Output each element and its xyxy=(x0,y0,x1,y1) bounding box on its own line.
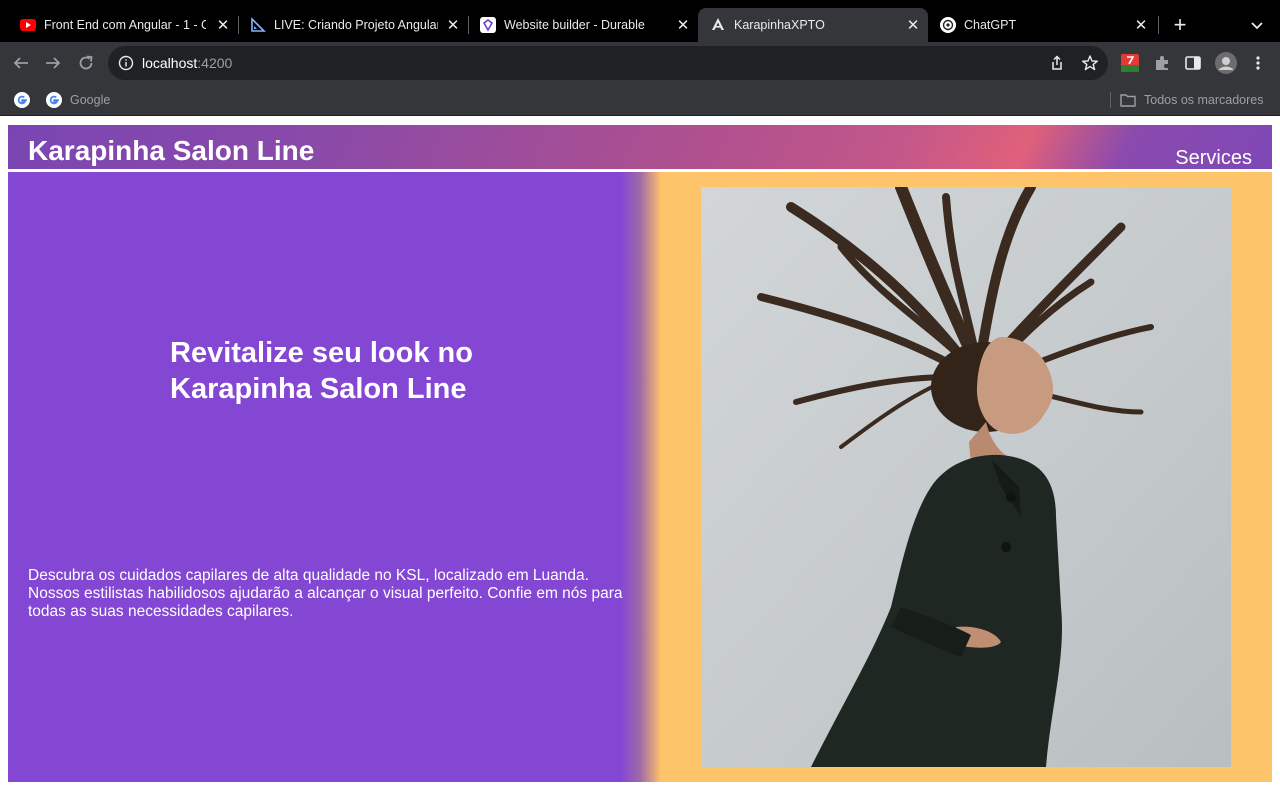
hero-section: Revitalize seu look no Karapinha Salon L… xyxy=(8,172,1272,782)
url-text[interactable]: localhost:4200 xyxy=(142,55,232,71)
bookmark-label: Google xyxy=(70,93,111,107)
bookmark-google[interactable]: Google xyxy=(46,92,110,108)
tab-website-builder-durable[interactable]: Website builder - Durable ✕ xyxy=(468,8,696,42)
address-bar[interactable]: localhost:4200 xyxy=(108,46,1108,80)
hero-image-panel xyxy=(660,172,1272,782)
all-bookmarks-button[interactable]: Todos os marcadores xyxy=(1120,92,1264,108)
url-port: :4200 xyxy=(197,55,233,71)
durable-icon xyxy=(480,17,496,33)
tab-chatgpt[interactable]: ChatGPT ✕ xyxy=(928,8,1156,42)
tab-title: ChatGPT xyxy=(964,18,1017,32)
chatgpt-icon xyxy=(940,17,956,33)
extensions-puzzle-icon[interactable] xyxy=(1152,53,1172,73)
hero-description: Descubra os cuidados capilares de alta q… xyxy=(28,567,623,620)
forward-arrow-icon[interactable] xyxy=(42,52,64,74)
close-tab-icon[interactable]: ✕ xyxy=(214,16,232,34)
tab-title: KarapinhaXPTO xyxy=(734,18,825,32)
all-bookmarks-label: Todos os marcadores xyxy=(1144,93,1264,107)
folder-icon xyxy=(1120,94,1136,107)
url-host: localhost xyxy=(142,55,198,71)
tab-strip: Front End com Angular - 1 - C ✕ LIVE: Cr… xyxy=(0,0,1280,42)
hero-text-panel: Revitalize seu look no Karapinha Salon L… xyxy=(8,172,660,782)
extension-2023-icon[interactable] xyxy=(1120,53,1140,73)
back-arrow-icon[interactable] xyxy=(10,52,32,74)
tab-live-criando-projeto[interactable]: LIVE: Criando Projeto Angular ✕ xyxy=(238,8,466,42)
tab-front-end-angular[interactable]: Front End com Angular - 1 - C ✕ xyxy=(8,8,236,42)
bookmarks-bar: Google Todos os marcadores xyxy=(0,84,1280,116)
browser-toolbar: localhost:4200 xyxy=(0,42,1280,84)
share-icon[interactable] xyxy=(1048,54,1066,72)
hero-headline: Revitalize seu look no Karapinha Salon L… xyxy=(170,337,473,405)
page-viewport: Karapinha Salon Line Services Revitalize… xyxy=(0,117,1280,800)
tab-title: Website builder - Durable xyxy=(504,18,645,32)
youtube-icon xyxy=(20,17,36,33)
new-tab-plus-icon[interactable]: + xyxy=(1168,14,1192,38)
tab-search-chevron-down-icon[interactable] xyxy=(1248,16,1266,34)
tab-separator xyxy=(1158,16,1159,34)
hero-photo-woman-hair-flip xyxy=(701,187,1231,767)
site-brand[interactable]: Karapinha Salon Line xyxy=(28,135,314,167)
angular-icon xyxy=(710,17,726,33)
google-icon xyxy=(46,92,62,108)
tab-title: Front End com Angular - 1 - C xyxy=(44,18,206,32)
kebab-menu-icon[interactable] xyxy=(1248,53,1268,73)
bookmark-google-shortcut[interactable] xyxy=(14,92,38,108)
bookmark-star-icon[interactable] xyxy=(1081,54,1099,72)
site-header: Karapinha Salon Line Services xyxy=(8,125,1272,171)
close-tab-icon[interactable]: ✕ xyxy=(904,16,922,34)
site-info-icon[interactable] xyxy=(118,55,134,71)
close-tab-icon[interactable]: ✕ xyxy=(1132,16,1150,34)
close-tab-icon[interactable]: ✕ xyxy=(444,16,462,34)
tab-karapinhaxpto[interactable]: KarapinhaXPTO ✕ xyxy=(698,8,928,42)
ruler-triangle-icon xyxy=(250,17,266,33)
bookmarks-separator xyxy=(1110,92,1111,108)
close-tab-icon[interactable]: ✕ xyxy=(674,16,692,34)
tab-title: LIVE: Criando Projeto Angular xyxy=(274,18,438,32)
reload-icon[interactable] xyxy=(75,52,97,74)
nav-link-services[interactable]: Services xyxy=(1175,147,1252,169)
google-icon xyxy=(14,92,30,108)
profile-avatar[interactable] xyxy=(1215,52,1237,74)
side-panel-icon[interactable] xyxy=(1183,53,1203,73)
